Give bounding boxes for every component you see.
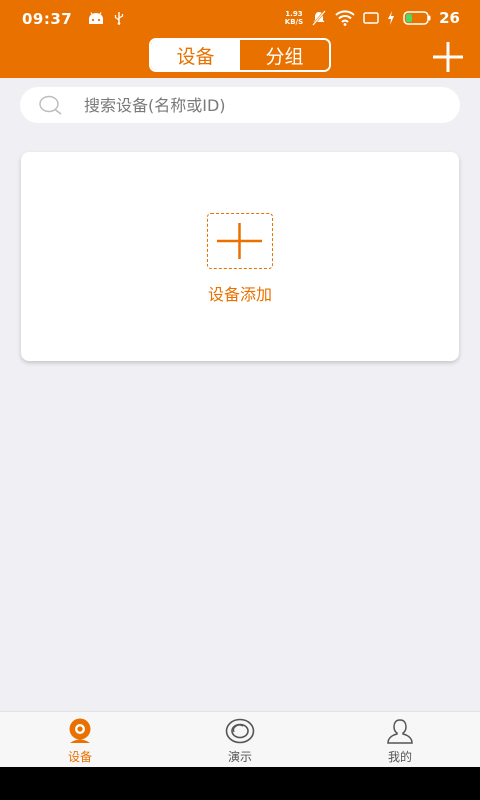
nav-label-mine: 我的 <box>387 750 412 764</box>
usb-icon <box>114 12 124 25</box>
plus-icon <box>433 42 463 72</box>
silent-icon <box>312 10 327 26</box>
header: 设备 分组 <box>0 36 480 78</box>
battery-level: 26 <box>439 9 460 27</box>
net-speed: 1.93 KB/S <box>284 10 304 26</box>
status-time: 09:37 <box>22 10 73 28</box>
battery-icon <box>403 11 431 25</box>
nav-label-devices: 设备 <box>67 750 92 764</box>
tab-devices[interactable]: 设备 <box>151 40 240 70</box>
demo-icon <box>225 718 255 744</box>
nav-item-devices[interactable]: 设备 <box>0 712 160 767</box>
tab-groups[interactable]: 分组 <box>240 40 329 70</box>
search-icon <box>39 95 62 115</box>
add-device-card: 设备添加 <box>21 152 459 361</box>
search-input[interactable] <box>84 87 444 123</box>
android-icon <box>89 12 103 24</box>
add-device-tile[interactable] <box>207 213 273 269</box>
nav-item-mine[interactable]: 我的 <box>320 712 480 767</box>
camera-icon <box>69 718 91 743</box>
system-navigation-bar <box>0 767 480 800</box>
bottom-nav: 设备 演示 我的 <box>0 711 480 767</box>
add-device-label: 设备添加 <box>207 285 272 304</box>
plus-icon <box>217 223 262 259</box>
screen-icon <box>363 12 379 24</box>
search-bar <box>20 87 460 123</box>
user-icon <box>387 719 413 744</box>
wifi-icon <box>335 10 355 26</box>
status-bar: 09:37 1.93 KB/S 26 <box>0 0 480 36</box>
segmented-control: 设备 分组 <box>149 38 331 72</box>
nav-item-demo[interactable]: 演示 <box>160 712 320 767</box>
add-device-button[interactable] <box>430 40 466 74</box>
nav-label-demo: 演示 <box>227 750 252 764</box>
charging-icon <box>388 11 395 25</box>
